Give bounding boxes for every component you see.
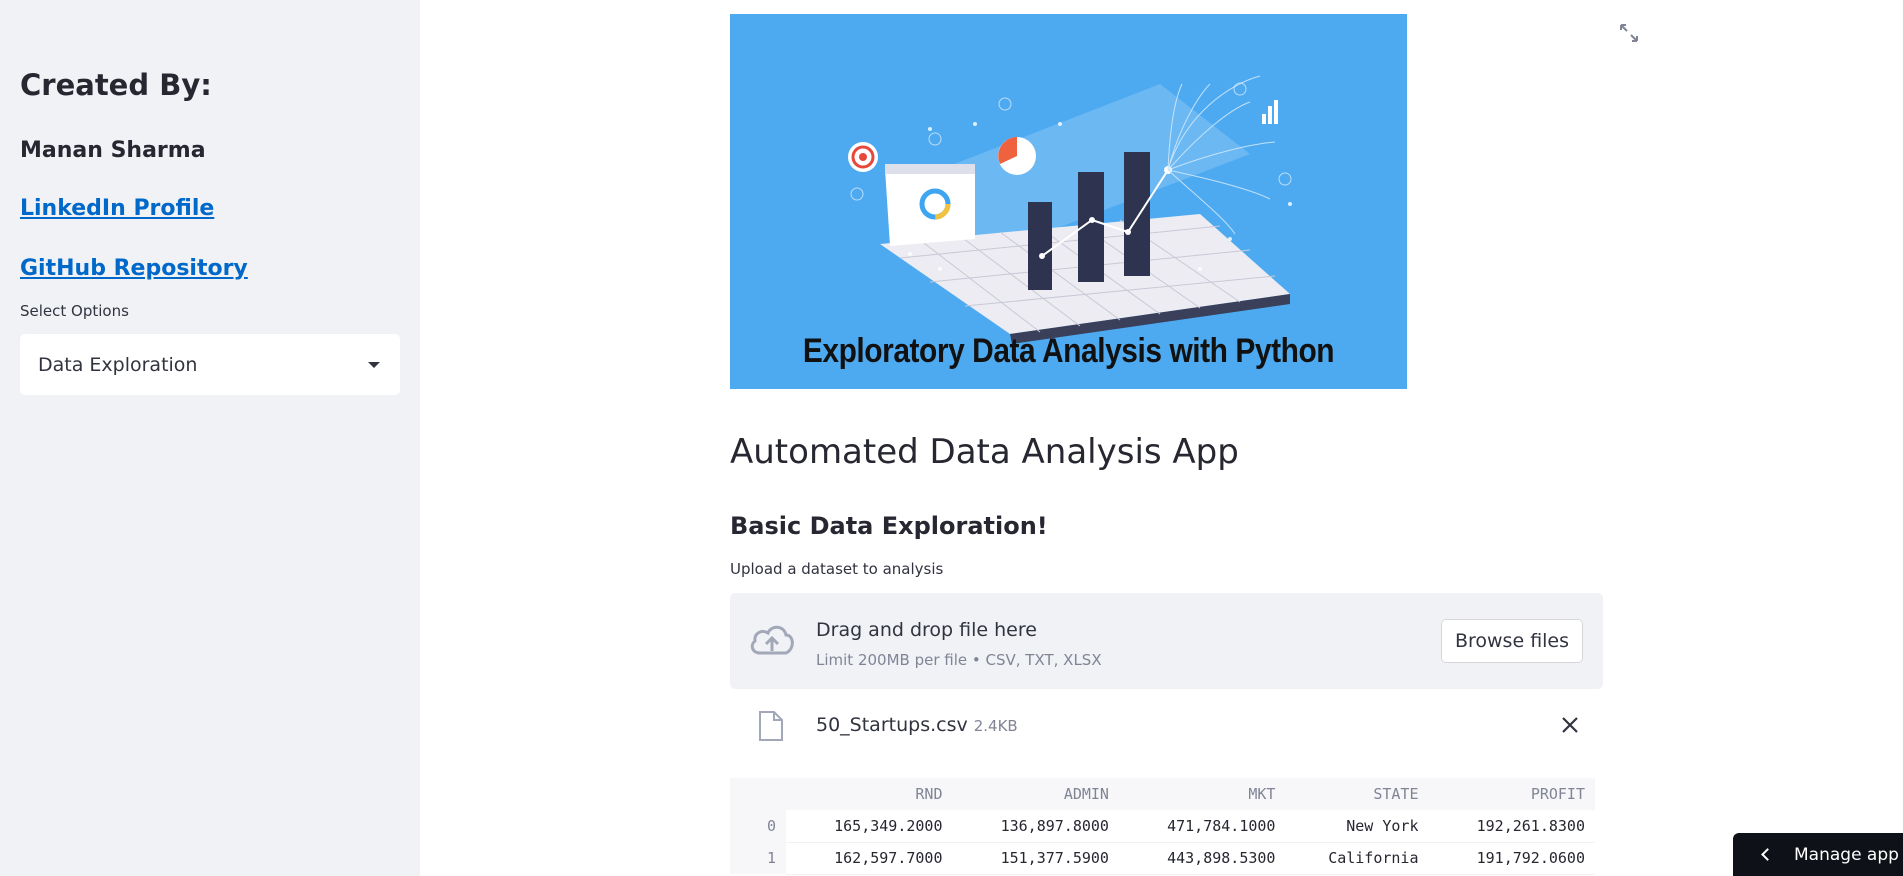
browse-files-button[interactable]: Browse files <box>1441 619 1583 663</box>
column-header[interactable]: STATE <box>1285 778 1429 810</box>
select-options-label: Select Options <box>20 302 129 320</box>
table-cell: 162,597.7000 <box>786 842 953 875</box>
options-select[interactable]: Data Exploration <box>20 334 400 395</box>
file-size: 2.4KB <box>973 717 1018 735</box>
table-cell: 191,792.0600 <box>1428 842 1595 875</box>
github-link[interactable]: GitHub Repository <box>20 256 248 281</box>
table-cell: New York <box>1285 810 1429 843</box>
file-name: 50_Startups.csv 2.4KB <box>816 714 1018 736</box>
data-table: RND ADMIN MKT STATE PROFIT 0 165,349.200… <box>730 778 1595 875</box>
select-value: Data Exploration <box>38 353 198 376</box>
manage-app-button[interactable]: Manage app <box>1733 833 1903 876</box>
column-header[interactable]: PROFIT <box>1428 778 1595 810</box>
author-name: Manan Sharma <box>20 138 206 163</box>
manage-app-label: Manage app <box>1794 844 1899 865</box>
section-title: Basic Data Exploration! <box>730 512 1048 540</box>
table-row: 0 165,349.2000 136,897.8000 471,784.1000… <box>730 810 1595 843</box>
sidebar-heading: Created By: <box>20 68 212 102</box>
row-index: 0 <box>730 810 786 842</box>
table-cell: California <box>1285 842 1429 875</box>
hero-image: Exploratory Data Analysis with Python <box>730 14 1407 389</box>
table-cell: 136,897.8000 <box>952 810 1119 843</box>
upload-label: Upload a dataset to analysis <box>730 560 944 578</box>
table-cell: 151,377.5900 <box>952 842 1119 875</box>
cloud-upload-icon <box>750 625 794 655</box>
file-dropzone[interactable]: Drag and drop file here Limit 200MB per … <box>730 593 1603 689</box>
column-header[interactable]: ADMIN <box>952 778 1119 810</box>
dropzone-instructions: Drag and drop file here <box>816 619 1037 641</box>
linkedin-link[interactable]: LinkedIn Profile <box>20 196 214 221</box>
file-name-text: 50_Startups.csv <box>816 714 968 736</box>
caret-down-icon <box>368 361 380 368</box>
table-cell: 443,898.5300 <box>1118 842 1286 875</box>
uploaded-file-row: 50_Startups.csv 2.4KB <box>730 702 1603 750</box>
column-header[interactable]: MKT <box>1118 778 1286 810</box>
table-cell: 165,349.2000 <box>786 810 953 843</box>
index-header <box>730 778 786 810</box>
page-title: Automated Data Analysis App <box>730 432 1239 472</box>
chevron-left-icon <box>1761 848 1774 861</box>
hero-caption: Exploratory Data Analysis with Python <box>802 332 1335 370</box>
table-header-row: RND ADMIN MKT STATE PROFIT <box>730 778 1595 810</box>
expand-icon[interactable] <box>1618 22 1640 44</box>
column-header[interactable]: RND <box>786 778 953 810</box>
table-cell: 471,784.1000 <box>1118 810 1286 843</box>
close-icon[interactable] <box>1559 714 1581 736</box>
table-cell: 192,261.8300 <box>1428 810 1595 843</box>
table-row: 1 162,597.7000 151,377.5900 443,898.5300… <box>730 842 1595 875</box>
file-icon <box>759 711 783 741</box>
row-index: 1 <box>730 842 786 874</box>
dropzone-limit: Limit 200MB per file • CSV, TXT, XLSX <box>816 651 1102 669</box>
sidebar: Created By: Manan Sharma LinkedIn Profil… <box>0 0 420 876</box>
